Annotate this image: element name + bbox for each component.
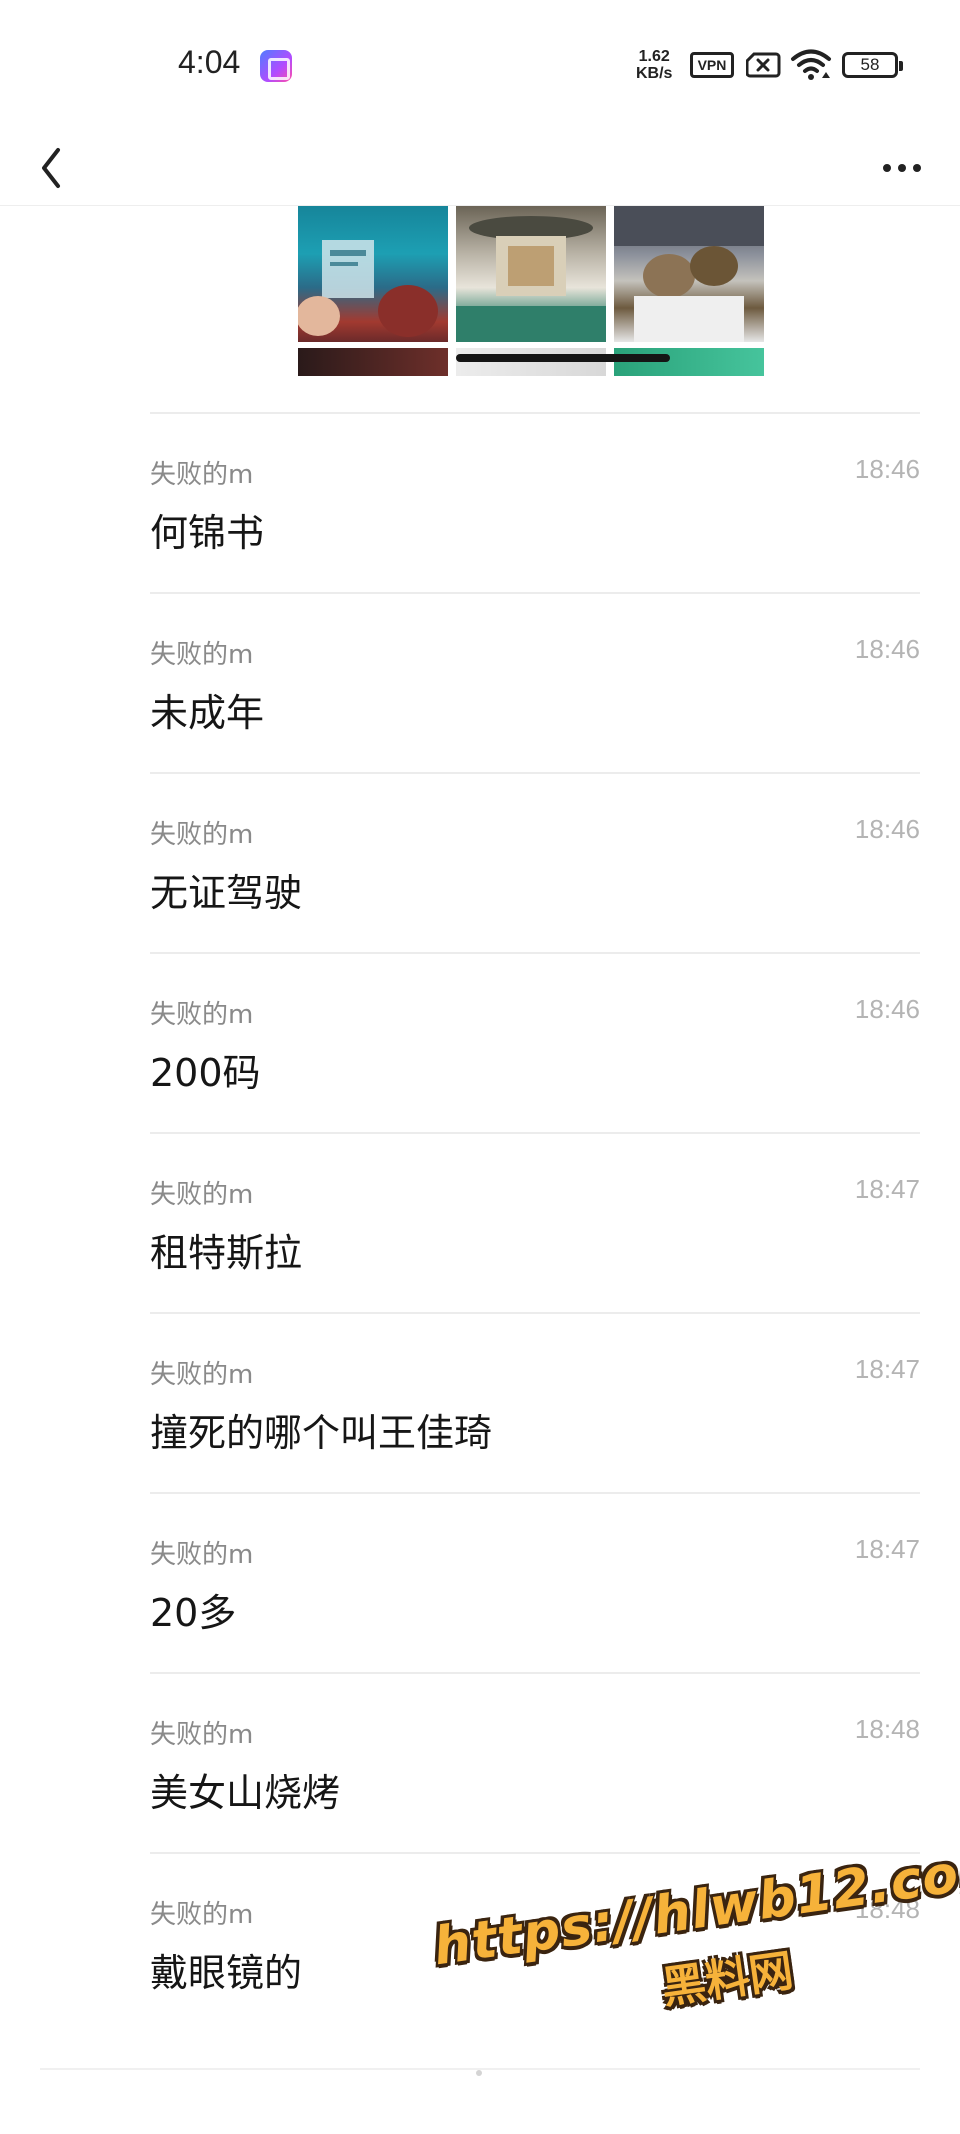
message-time: 18:46: [854, 454, 920, 484]
list-item[interactable]: 失败的m 18:47 20多: [150, 1492, 920, 1672]
status-time: 4:04: [178, 44, 241, 80]
message-text: 美女山烧烤: [150, 1771, 341, 1815]
list-item[interactable]: 失败的m 18:46 200码: [150, 952, 920, 1132]
list-item[interactable]: 失败的m 18:46 何锦书: [150, 412, 920, 592]
message-sender: 失败的m: [150, 820, 254, 850]
photo-thumbnail-image: [298, 240, 438, 337]
list-item[interactable]: 失败的m 18:48 戴眼镜的: [150, 1852, 920, 2032]
message-text: 租特斯拉: [150, 1231, 303, 1275]
message-text: 撞死的哪个叫王佳琦: [150, 1411, 493, 1455]
title-bar: [0, 130, 960, 206]
message-time: 18:48: [854, 1714, 920, 1744]
message-time: 18:47: [854, 1354, 920, 1384]
message-time: 18:46: [854, 994, 920, 1024]
list-item[interactable]: 失败的m 18:48 美女山烧烤: [150, 1672, 920, 1852]
gallery-app-icon: [260, 50, 292, 82]
message-time: 18:46: [854, 634, 920, 664]
message-text: 何锦书: [150, 511, 265, 555]
message-sender: 失败的m: [150, 1720, 254, 1750]
message-sender: 失败的m: [150, 640, 254, 670]
photo-thumbnail[interactable]: [456, 206, 606, 342]
photo-thumbnail[interactable]: [614, 206, 764, 342]
photo-strip-scrollbar[interactable]: [456, 354, 670, 362]
photo-thumbnail[interactable]: [298, 348, 448, 376]
list-item[interactable]: 失败的m 18:46 无证驾驶: [150, 772, 920, 952]
message-sender: 失败的m: [150, 1900, 254, 1930]
page-indicator-dot: [476, 2070, 482, 2076]
message-sender: 失败的m: [150, 1540, 254, 1570]
message-text: 20多: [150, 1591, 237, 1635]
message-time: 18:47: [854, 1174, 920, 1204]
message-text: 200码: [150, 1051, 261, 1095]
message-time: 18:48: [854, 1894, 920, 1924]
wifi-icon: [791, 49, 831, 80]
list-item[interactable]: 失败的m 18:47 撞死的哪个叫王佳琦: [150, 1312, 920, 1492]
message-sender: 失败的m: [150, 460, 254, 490]
chevron-left-icon: [42, 148, 60, 188]
message-text: 未成年: [150, 691, 265, 735]
message-sender: 失败的m: [150, 1000, 254, 1030]
network-speed: 1.62 KB/s: [636, 48, 672, 82]
list-item[interactable]: 失败的m 18:47 租特斯拉: [150, 1132, 920, 1312]
message-time: 18:46: [854, 814, 920, 844]
back-button[interactable]: [26, 130, 86, 206]
message-text: 戴眼镜的: [150, 1951, 303, 1995]
more-dots-icon: [883, 164, 921, 172]
no-sim-icon: [746, 52, 781, 78]
battery-indicator: 58: [842, 52, 903, 78]
photo-thumbnail[interactable]: [614, 348, 764, 376]
photo-thumbnail-image: [456, 216, 606, 342]
message-text: 无证驾驶: [150, 871, 303, 915]
network-speed-value: 1.62: [638, 48, 670, 65]
message-sender: 失败的m: [150, 1180, 254, 1210]
photo-thumbnail[interactable]: [456, 348, 606, 376]
photo-strip[interactable]: [298, 206, 764, 376]
list-item[interactable]: 失败的m 18:46 未成年: [150, 592, 920, 772]
photo-thumbnail-image: [614, 206, 764, 342]
more-options-button[interactable]: [864, 130, 934, 206]
status-bar: 4:04 1.62 KB/s VPN 58: [0, 0, 960, 130]
message-list: 失败的m 18:46 何锦书 失败的m 18:46 未成年 失败的m 18:46…: [150, 412, 920, 2032]
network-speed-unit: KB/s: [636, 65, 673, 82]
message-time: 18:47: [854, 1534, 920, 1564]
photo-thumbnail[interactable]: [298, 206, 448, 342]
message-sender: 失败的m: [150, 1360, 254, 1390]
vpn-icon: VPN: [690, 52, 734, 78]
